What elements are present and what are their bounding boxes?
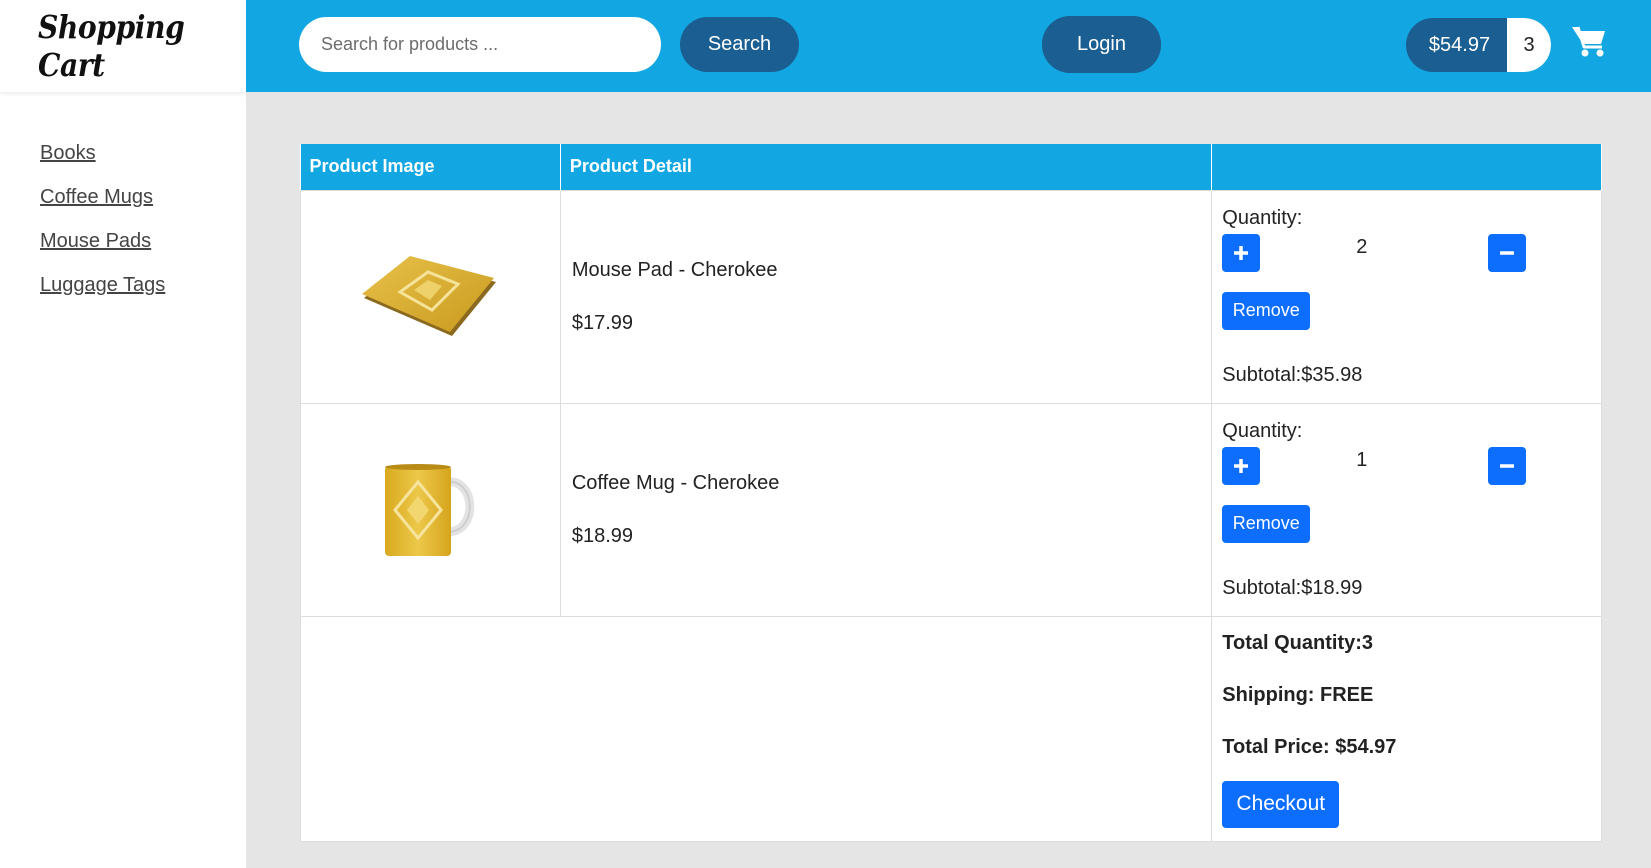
cart-item-count: 3 bbox=[1507, 18, 1551, 72]
coffee-mug-image bbox=[385, 463, 475, 556]
product-image-cell bbox=[300, 189, 561, 404]
minus-icon bbox=[1500, 250, 1515, 255]
table-row: Coffee Mug - Cherokee $18.99 Quantity: 1 bbox=[300, 402, 1602, 617]
brand-logo-text: Shopping Cart bbox=[38, 8, 185, 84]
quantity-cell: Quantity: 2 Remove Subtotal:$35.98 bbox=[1211, 189, 1602, 404]
total-price-text: Total Price: $54.97 bbox=[1222, 735, 1397, 758]
table-header-row: Product Image Product Detail bbox=[300, 144, 1602, 190]
sidebar-item-books[interactable]: Books bbox=[40, 140, 246, 166]
column-header-product-detail: Product Detail bbox=[560, 144, 1213, 190]
product-price: $18.99 bbox=[571, 524, 634, 547]
product-image-cell bbox=[300, 402, 561, 617]
cart-total-amount: $54.97 bbox=[1406, 18, 1507, 72]
summary-spacer bbox=[299, 615, 1213, 842]
quantity-cell: Quantity: 1 Remove Subtotal:$18.99 bbox=[1211, 402, 1602, 617]
quantity-value: 2 bbox=[1356, 235, 1368, 258]
increase-quantity-button[interactable] bbox=[1222, 446, 1261, 485]
top-header: Search Login $54.97 3 bbox=[246, 0, 1651, 92]
brand-logo[interactable]: Shopping Cart bbox=[0, 0, 246, 92]
plus-icon bbox=[1234, 458, 1249, 473]
cart-table: Product Image Product Detail Mouse Pad -… bbox=[299, 144, 1602, 842]
increase-quantity-button[interactable] bbox=[1222, 233, 1261, 272]
quantity-value: 1 bbox=[1356, 448, 1368, 471]
shipping-text: Shipping: FREE bbox=[1222, 683, 1374, 706]
minus-icon bbox=[1500, 463, 1515, 468]
mouse-pad-image bbox=[362, 255, 497, 336]
product-name: Mouse Pad - Cherokee bbox=[571, 258, 778, 281]
column-header-actions bbox=[1211, 144, 1602, 190]
quantity-label: Quantity: bbox=[1222, 206, 1303, 229]
search-button[interactable]: Search bbox=[680, 17, 799, 72]
quantity-label: Quantity: bbox=[1222, 419, 1303, 442]
quantity-stepper: 1 bbox=[1222, 446, 1601, 487]
product-detail-cell: Mouse Pad - Cherokee $17.99 bbox=[559, 189, 1213, 404]
cart-summary-pill[interactable]: $54.97 3 bbox=[1406, 18, 1551, 72]
column-header-product-image: Product Image bbox=[300, 144, 561, 190]
shopping-cart-icon[interactable] bbox=[1571, 24, 1607, 58]
remove-button[interactable]: Remove bbox=[1222, 504, 1311, 543]
plus-icon bbox=[1234, 245, 1249, 260]
product-name: Coffee Mug - Cherokee bbox=[571, 471, 780, 494]
summary-row: Total Quantity:3 Shipping: FREE Total Pr… bbox=[299, 615, 1602, 842]
quantity-stepper: 2 bbox=[1222, 233, 1601, 274]
login-button[interactable]: Login bbox=[1042, 16, 1161, 73]
order-summary-cell: Total Quantity:3 Shipping: FREE Total Pr… bbox=[1211, 615, 1602, 842]
decrease-quantity-button[interactable] bbox=[1488, 446, 1527, 485]
checkout-button[interactable]: Checkout bbox=[1222, 780, 1340, 828]
sidebar-item-luggage-tags[interactable]: Luggage Tags bbox=[40, 272, 246, 298]
product-detail-cell: Coffee Mug - Cherokee $18.99 bbox=[559, 402, 1213, 617]
decrease-quantity-button[interactable] bbox=[1488, 233, 1527, 272]
sidebar-item-coffee-mugs[interactable]: Coffee Mugs bbox=[40, 184, 246, 210]
search-input[interactable] bbox=[299, 17, 661, 72]
table-row: Mouse Pad - Cherokee $17.99 Quantity: 2 bbox=[300, 189, 1602, 404]
product-price: $17.99 bbox=[571, 311, 634, 334]
remove-button[interactable]: Remove bbox=[1222, 291, 1311, 330]
subtotal-text: Subtotal:$18.99 bbox=[1222, 576, 1363, 599]
subtotal-text: Subtotal:$35.98 bbox=[1222, 363, 1363, 386]
sidebar-item-mouse-pads[interactable]: Mouse Pads bbox=[40, 228, 246, 254]
total-quantity-text: Total Quantity:3 bbox=[1222, 631, 1374, 654]
category-nav: Books Coffee Mugs Mouse Pads Luggage Tag… bbox=[0, 92, 246, 298]
sidebar: Shopping Cart Books Coffee Mugs Mouse Pa… bbox=[0, 0, 246, 868]
